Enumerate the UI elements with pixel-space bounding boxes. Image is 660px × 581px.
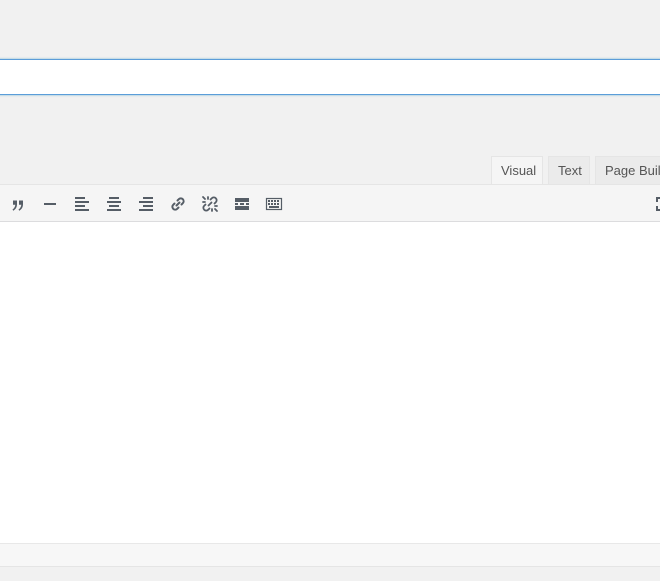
editor-content-area[interactable]	[0, 222, 660, 543]
insert-link-button[interactable]	[166, 192, 190, 216]
blockquote-icon	[12, 200, 23, 211]
editor-statusbar	[0, 543, 660, 566]
post-title-input[interactable]	[0, 59, 660, 95]
align-center-icon	[107, 197, 121, 211]
align-left-button[interactable]	[70, 192, 94, 216]
read-more-icon	[235, 198, 249, 210]
fullscreen-button[interactable]	[648, 192, 660, 216]
editor-toolbar	[0, 184, 660, 222]
toolbar-toggle-icon	[265, 197, 283, 211]
insert-link-icon	[171, 197, 185, 211]
align-left-icon	[75, 197, 89, 211]
remove-link-icon	[202, 196, 218, 212]
editor-bottom-border	[0, 566, 660, 567]
tab-visual[interactable]: Visual	[491, 156, 543, 186]
read-more-button[interactable]	[230, 192, 254, 216]
toolbar-toggle-button[interactable]	[262, 192, 286, 216]
align-right-icon	[139, 197, 153, 211]
align-center-button[interactable]	[102, 192, 126, 216]
blockquote-button[interactable]	[6, 192, 30, 216]
fullscreen-icon	[656, 197, 660, 211]
horizontal-rule-button[interactable]	[38, 192, 62, 216]
tab-page-builder[interactable]: Page Builder	[595, 156, 660, 185]
align-right-button[interactable]	[134, 192, 158, 216]
tab-text[interactable]: Text	[548, 156, 590, 185]
remove-link-button[interactable]	[198, 192, 222, 216]
horizontal-rule-icon	[44, 203, 56, 205]
